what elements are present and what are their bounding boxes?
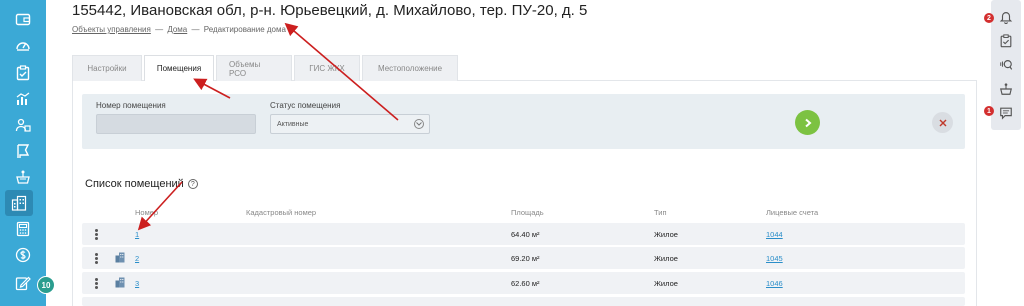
tab-gis-zhkh[interactable]: ГИС ЖКХ — [294, 55, 360, 81]
chevron-right-icon — [804, 118, 812, 127]
building-icon — [115, 252, 125, 263]
clipboard-icon — [1000, 34, 1012, 48]
room-type: Жилое — [654, 253, 678, 263]
wallet-icon — [15, 13, 31, 26]
flag-icon — [17, 144, 30, 158]
basket-icon — [16, 170, 30, 184]
close-icon — [939, 119, 946, 126]
breadcrumb-separator: — — [191, 25, 200, 34]
chevron-down-icon — [414, 119, 424, 129]
messages-badge: 1 — [984, 106, 994, 116]
room-area: 62.60 м² — [511, 278, 540, 288]
breadcrumb-separator: — — [155, 25, 164, 34]
room-area: 69.20 м² — [511, 253, 540, 263]
room-number-link[interactable]: 2 — [135, 247, 139, 269]
help-icon[interactable]: ? — [187, 179, 198, 189]
room-area: 64.40 м² — [511, 229, 540, 239]
room-number-link[interactable]: 1 — [135, 223, 139, 245]
edit-icon — [15, 276, 31, 291]
notifications-button[interactable] — [997, 8, 1015, 26]
section-title-text: Список помещений — [85, 178, 184, 190]
column-header-accounts[interactable]: Лицевые счета — [766, 208, 818, 217]
room-account-link[interactable]: 1044 — [766, 223, 783, 245]
sidebar-item-dashboard[interactable] — [0, 32, 46, 58]
row-menu-icon[interactable] — [95, 229, 98, 240]
notifications-badge: 2 — [984, 13, 994, 23]
room-number-link[interactable]: 3 — [135, 272, 139, 294]
breadcrumb-link-objects[interactable]: Объекты управления — [72, 25, 151, 34]
clear-filter-button[interactable] — [932, 112, 953, 133]
tab-rooms[interactable]: Помещения — [144, 55, 214, 81]
column-header-number[interactable]: Номер — [135, 208, 158, 217]
room-type: Жилое — [654, 278, 678, 288]
sidebar-item-wallet[interactable] — [0, 6, 46, 32]
table-row[interactable]: 2 69.20 м² Жилое 1045 — [82, 247, 965, 269]
status-select-value: Активные — [277, 120, 309, 128]
calls-button[interactable] — [997, 56, 1015, 74]
row-menu-icon[interactable] — [95, 278, 98, 289]
building-icon — [115, 277, 125, 288]
sidebar-item-services[interactable] — [0, 164, 46, 190]
tab-bar: Настройки Помещения Объемы РСО ГИС ЖКХ М… — [72, 55, 460, 81]
room-account-link[interactable]: 1045 — [766, 247, 783, 269]
breadcrumb: Объекты управления — Дома — Редактирован… — [72, 25, 286, 34]
sidebar-item-buildings[interactable] — [5, 190, 33, 216]
message-icon — [1000, 107, 1012, 120]
sidebar-notification-badge: 10 — [37, 276, 55, 294]
building-icon — [11, 195, 27, 211]
breadcrumb-link-houses[interactable]: Дома — [167, 25, 187, 34]
table-row[interactable]: 3 62.60 м² Жилое 1046 — [82, 272, 965, 294]
sidebar-item-calculator[interactable] — [0, 216, 46, 242]
sidebar-item-payments[interactable] — [0, 242, 46, 268]
column-header-type[interactable]: Тип — [654, 208, 667, 217]
column-header-cadastral[interactable]: Кадастровый номер — [246, 208, 316, 217]
gauge-icon — [16, 42, 30, 51]
room-number-label: Номер помещения — [96, 101, 166, 110]
breadcrumb-current: Редактирование дома — [203, 25, 286, 34]
room-type: Жилое — [654, 229, 678, 239]
calculator-icon — [16, 221, 30, 237]
row-menu-icon[interactable] — [95, 253, 98, 264]
page-title: 155442, Ивановская обл, р-н. Юрьевецкий,… — [72, 2, 588, 19]
section-title: Список помещений ? — [85, 178, 198, 190]
dollar-icon — [15, 247, 31, 263]
tab-settings[interactable]: Настройки — [72, 55, 142, 81]
clipboard-check-icon — [16, 65, 30, 81]
table-row[interactable] — [82, 297, 965, 306]
room-account-link[interactable]: 1046 — [766, 272, 783, 294]
tasks-button[interactable] — [997, 32, 1015, 50]
chart-icon — [16, 92, 30, 105]
tab-location[interactable]: Местоположение — [362, 55, 458, 81]
bell-icon — [999, 12, 1013, 24]
users-icon — [15, 118, 31, 132]
basket-icon — [1000, 83, 1012, 95]
sidebar — [0, 0, 46, 306]
room-number-input[interactable] — [96, 114, 256, 134]
tab-rso-volumes[interactable]: Объемы РСО — [216, 55, 292, 81]
right-toolbar — [991, 0, 1021, 130]
sidebar-item-analytics[interactable] — [0, 86, 46, 112]
table-row[interactable]: 1 64.40 м² Жилое 1044 — [82, 223, 965, 245]
sidebar-item-tasks[interactable] — [0, 60, 46, 86]
services-button[interactable] — [997, 80, 1015, 98]
status-select[interactable]: Активные — [270, 114, 430, 134]
sidebar-item-users[interactable] — [0, 112, 46, 138]
sidebar-item-flags[interactable] — [0, 138, 46, 164]
status-label: Статус помещения — [270, 101, 341, 110]
audio-icon — [1000, 60, 1013, 70]
column-header-area[interactable]: Площадь — [511, 208, 544, 217]
apply-filter-button[interactable] — [795, 110, 820, 135]
messages-button[interactable] — [997, 104, 1015, 122]
